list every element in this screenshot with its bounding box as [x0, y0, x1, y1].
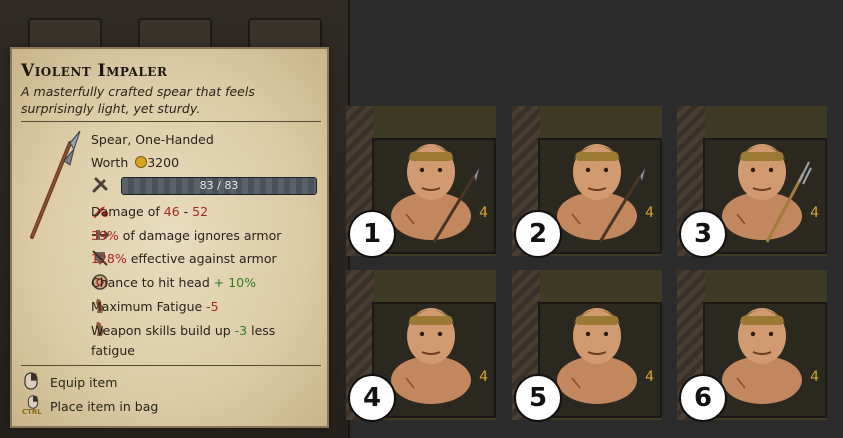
character-portrait [722, 308, 802, 404]
armor-effective-value: 128% [91, 251, 127, 266]
character-portrait [722, 144, 812, 243]
ctrl-mouse-icon: CTRL [22, 395, 46, 416]
level-label: 4 [810, 369, 819, 385]
level-label: 4 [810, 205, 819, 221]
stat-label: Weapon skills build up [91, 323, 235, 338]
coin-icon [135, 156, 148, 168]
stat-label: effective against armor [126, 251, 277, 266]
stat-armor-effective: 128% effective against armor [91, 251, 277, 266]
stat-max-fatigue: Maximum Fatigue -5 [91, 299, 219, 314]
item-title: Violent Impaler [21, 61, 168, 81]
item-description: A masterfully crafted spear that feels s… [21, 84, 255, 116]
number-badge: 4 [348, 374, 396, 422]
hint-equip: Equip item [50, 375, 118, 390]
item-tooltip: Violent Impaler A masterfully crafted sp… [12, 49, 327, 426]
character-portrait [557, 144, 647, 243]
number-badge: 5 [514, 374, 562, 422]
damage-separator: - [179, 204, 193, 219]
spear-icon [30, 131, 81, 239]
stat-label: less [247, 323, 276, 338]
stat-skill-fatigue: Weapon skills build up -3 less [91, 323, 275, 338]
damage-min: 46 [163, 204, 180, 219]
character-portrait [391, 144, 481, 243]
character-portrait [391, 308, 471, 404]
level-label: 4 [645, 369, 654, 385]
skill-fatigue-value: -3 [234, 323, 248, 338]
condition-text: 83 / 83 [199, 179, 239, 192]
worth-label: Worth [91, 155, 129, 170]
stat-label: Chance to hit head [91, 275, 214, 290]
level-label: 4 [479, 205, 488, 221]
ctrl-key-label: CTRL [22, 408, 42, 416]
number-badge: 1 [348, 210, 396, 258]
tools-icon [92, 177, 108, 193]
character-portrait [557, 308, 637, 404]
stat-label: of damage ignores armor [118, 228, 282, 243]
stat-label: Damage of [91, 204, 164, 219]
number-badge: 6 [679, 374, 727, 422]
stat-damage: Damage of 46 - 52 [91, 204, 208, 219]
stat-label: Maximum Fatigue [91, 299, 207, 314]
divider [21, 121, 321, 122]
number-badge: 2 [514, 210, 562, 258]
number-badge: 3 [679, 210, 727, 258]
stat-ignore-armor: 39% of damage ignores armor [91, 228, 281, 243]
mouse-right-icon [27, 395, 39, 409]
head-chance-value: + 10% [213, 275, 256, 290]
level-label: 4 [479, 369, 488, 385]
divider [21, 365, 321, 366]
condition-bar: 83 / 83 [121, 177, 317, 195]
max-fatigue-value: -5 [206, 299, 219, 314]
hint-bag: Place item in bag [50, 399, 159, 414]
stat-skill-fatigue-cont: fatigue [91, 343, 135, 358]
ignore-armor-value: 39% [91, 228, 119, 243]
item-worth: Worth 3200 [91, 155, 179, 170]
level-label: 4 [645, 205, 654, 221]
worth-value: 3200 [147, 155, 180, 170]
stat-head-chance: Chance to hit head + 10% [91, 275, 256, 290]
item-type: Spear, One-Handed [91, 132, 214, 147]
mouse-right-icon [24, 372, 38, 390]
damage-max: 52 [192, 204, 209, 219]
